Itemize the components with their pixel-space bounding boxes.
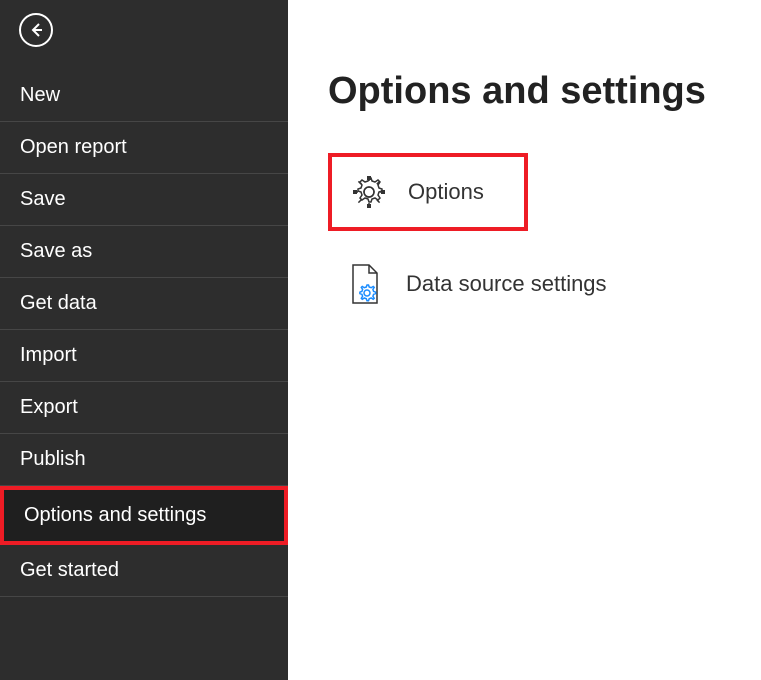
menu-item-label: New [20, 84, 60, 106]
menu-item-new[interactable]: New [0, 70, 288, 122]
menu-item-label: Import [20, 344, 77, 366]
menu-item-label: Export [20, 396, 78, 418]
page-title: Options and settings [328, 70, 721, 113]
menu-item-publish[interactable]: Publish [0, 434, 288, 486]
menu-item-get-data[interactable]: Get data [0, 278, 288, 330]
menu-item-label: Save [20, 188, 66, 210]
option-label: Options [408, 179, 484, 205]
gear-icon [348, 171, 390, 213]
file-gear-icon [344, 263, 386, 305]
menu-item-label: Publish [20, 448, 86, 470]
menu-item-label: Get started [20, 559, 119, 581]
back-arrow-icon [19, 13, 53, 47]
menu-item-import[interactable]: Import [0, 330, 288, 382]
menu-item-get-started[interactable]: Get started [0, 545, 288, 597]
menu-item-label: Save as [20, 240, 92, 262]
option-label: Data source settings [406, 271, 607, 297]
menu-item-label: Get data [20, 292, 97, 314]
sidebar: New Open report Save Save as Get data Im… [0, 0, 288, 680]
menu-item-options-settings[interactable]: Options and settings [0, 486, 288, 545]
menu-item-label: Open report [20, 136, 127, 158]
menu-item-open-report[interactable]: Open report [0, 122, 288, 174]
back-button[interactable] [18, 12, 54, 48]
data-source-settings-button[interactable]: Data source settings [328, 251, 721, 317]
content-panel: Options and settings Options [288, 0, 761, 680]
menu-item-label: Options and settings [24, 504, 206, 526]
menu-item-save[interactable]: Save [0, 174, 288, 226]
menu-item-save-as[interactable]: Save as [0, 226, 288, 278]
options-button[interactable]: Options [328, 153, 528, 231]
menu-item-export[interactable]: Export [0, 382, 288, 434]
